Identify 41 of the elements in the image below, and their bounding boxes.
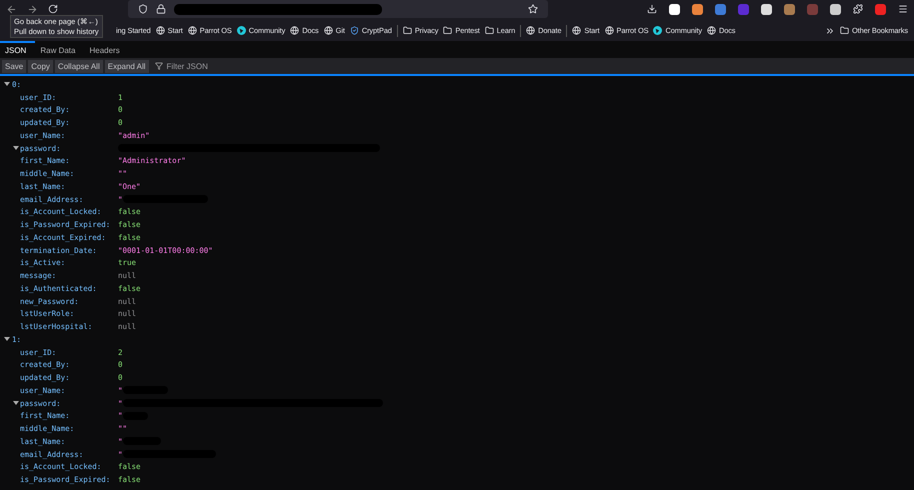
caret-icon[interactable] bbox=[4, 82, 10, 86]
back-button[interactable] bbox=[6, 4, 17, 14]
download-icon[interactable] bbox=[647, 4, 657, 14]
menu-icon[interactable] bbox=[898, 4, 908, 14]
shield-icon bbox=[350, 26, 359, 35]
toolbar-button[interactable]: Save bbox=[2, 60, 26, 72]
bookmark-logo-icon bbox=[653, 26, 662, 35]
star-icon[interactable] bbox=[528, 4, 538, 14]
folder-icon bbox=[484, 26, 494, 35]
caret-icon[interactable] bbox=[4, 337, 10, 342]
extension-icon[interactable] bbox=[692, 4, 703, 14]
globe-icon bbox=[156, 26, 165, 35]
reload-button[interactable] bbox=[48, 4, 58, 14]
forward-button[interactable] bbox=[27, 4, 38, 14]
extension-icon[interactable] bbox=[830, 4, 841, 14]
globe-icon bbox=[572, 26, 582, 35]
toolbar-button[interactable]: Copy bbox=[28, 60, 53, 72]
tab[interactable]: Raw Data bbox=[35, 41, 84, 58]
filter-icon bbox=[154, 62, 163, 70]
bookmark-logo-icon bbox=[236, 26, 246, 35]
extension-icon[interactable] bbox=[669, 4, 680, 14]
extension-icon[interactable] bbox=[761, 4, 772, 14]
globe-icon bbox=[324, 26, 333, 35]
globe-icon bbox=[604, 26, 614, 35]
shield-icon bbox=[138, 4, 148, 14]
toolbar-button[interactable]: Expand All bbox=[104, 60, 149, 72]
extensions-icon[interactable] bbox=[853, 4, 863, 14]
folder-icon bbox=[443, 26, 452, 35]
caret-icon[interactable] bbox=[13, 401, 19, 406]
folder-icon bbox=[402, 26, 412, 35]
toolbar-button[interactable]: Collapse All bbox=[54, 60, 103, 72]
filter-field[interactable]: Filter JSON bbox=[164, 60, 289, 72]
globe-icon bbox=[706, 26, 716, 35]
folder-icon bbox=[840, 26, 849, 35]
tab[interactable]: Headers bbox=[84, 41, 129, 58]
globe-icon bbox=[290, 26, 300, 35]
globe-icon bbox=[188, 26, 197, 35]
lock-icon bbox=[156, 4, 166, 14]
caret-icon[interactable] bbox=[13, 146, 19, 150]
globe-icon bbox=[526, 26, 536, 35]
chevrons-icon[interactable] bbox=[824, 26, 835, 36]
